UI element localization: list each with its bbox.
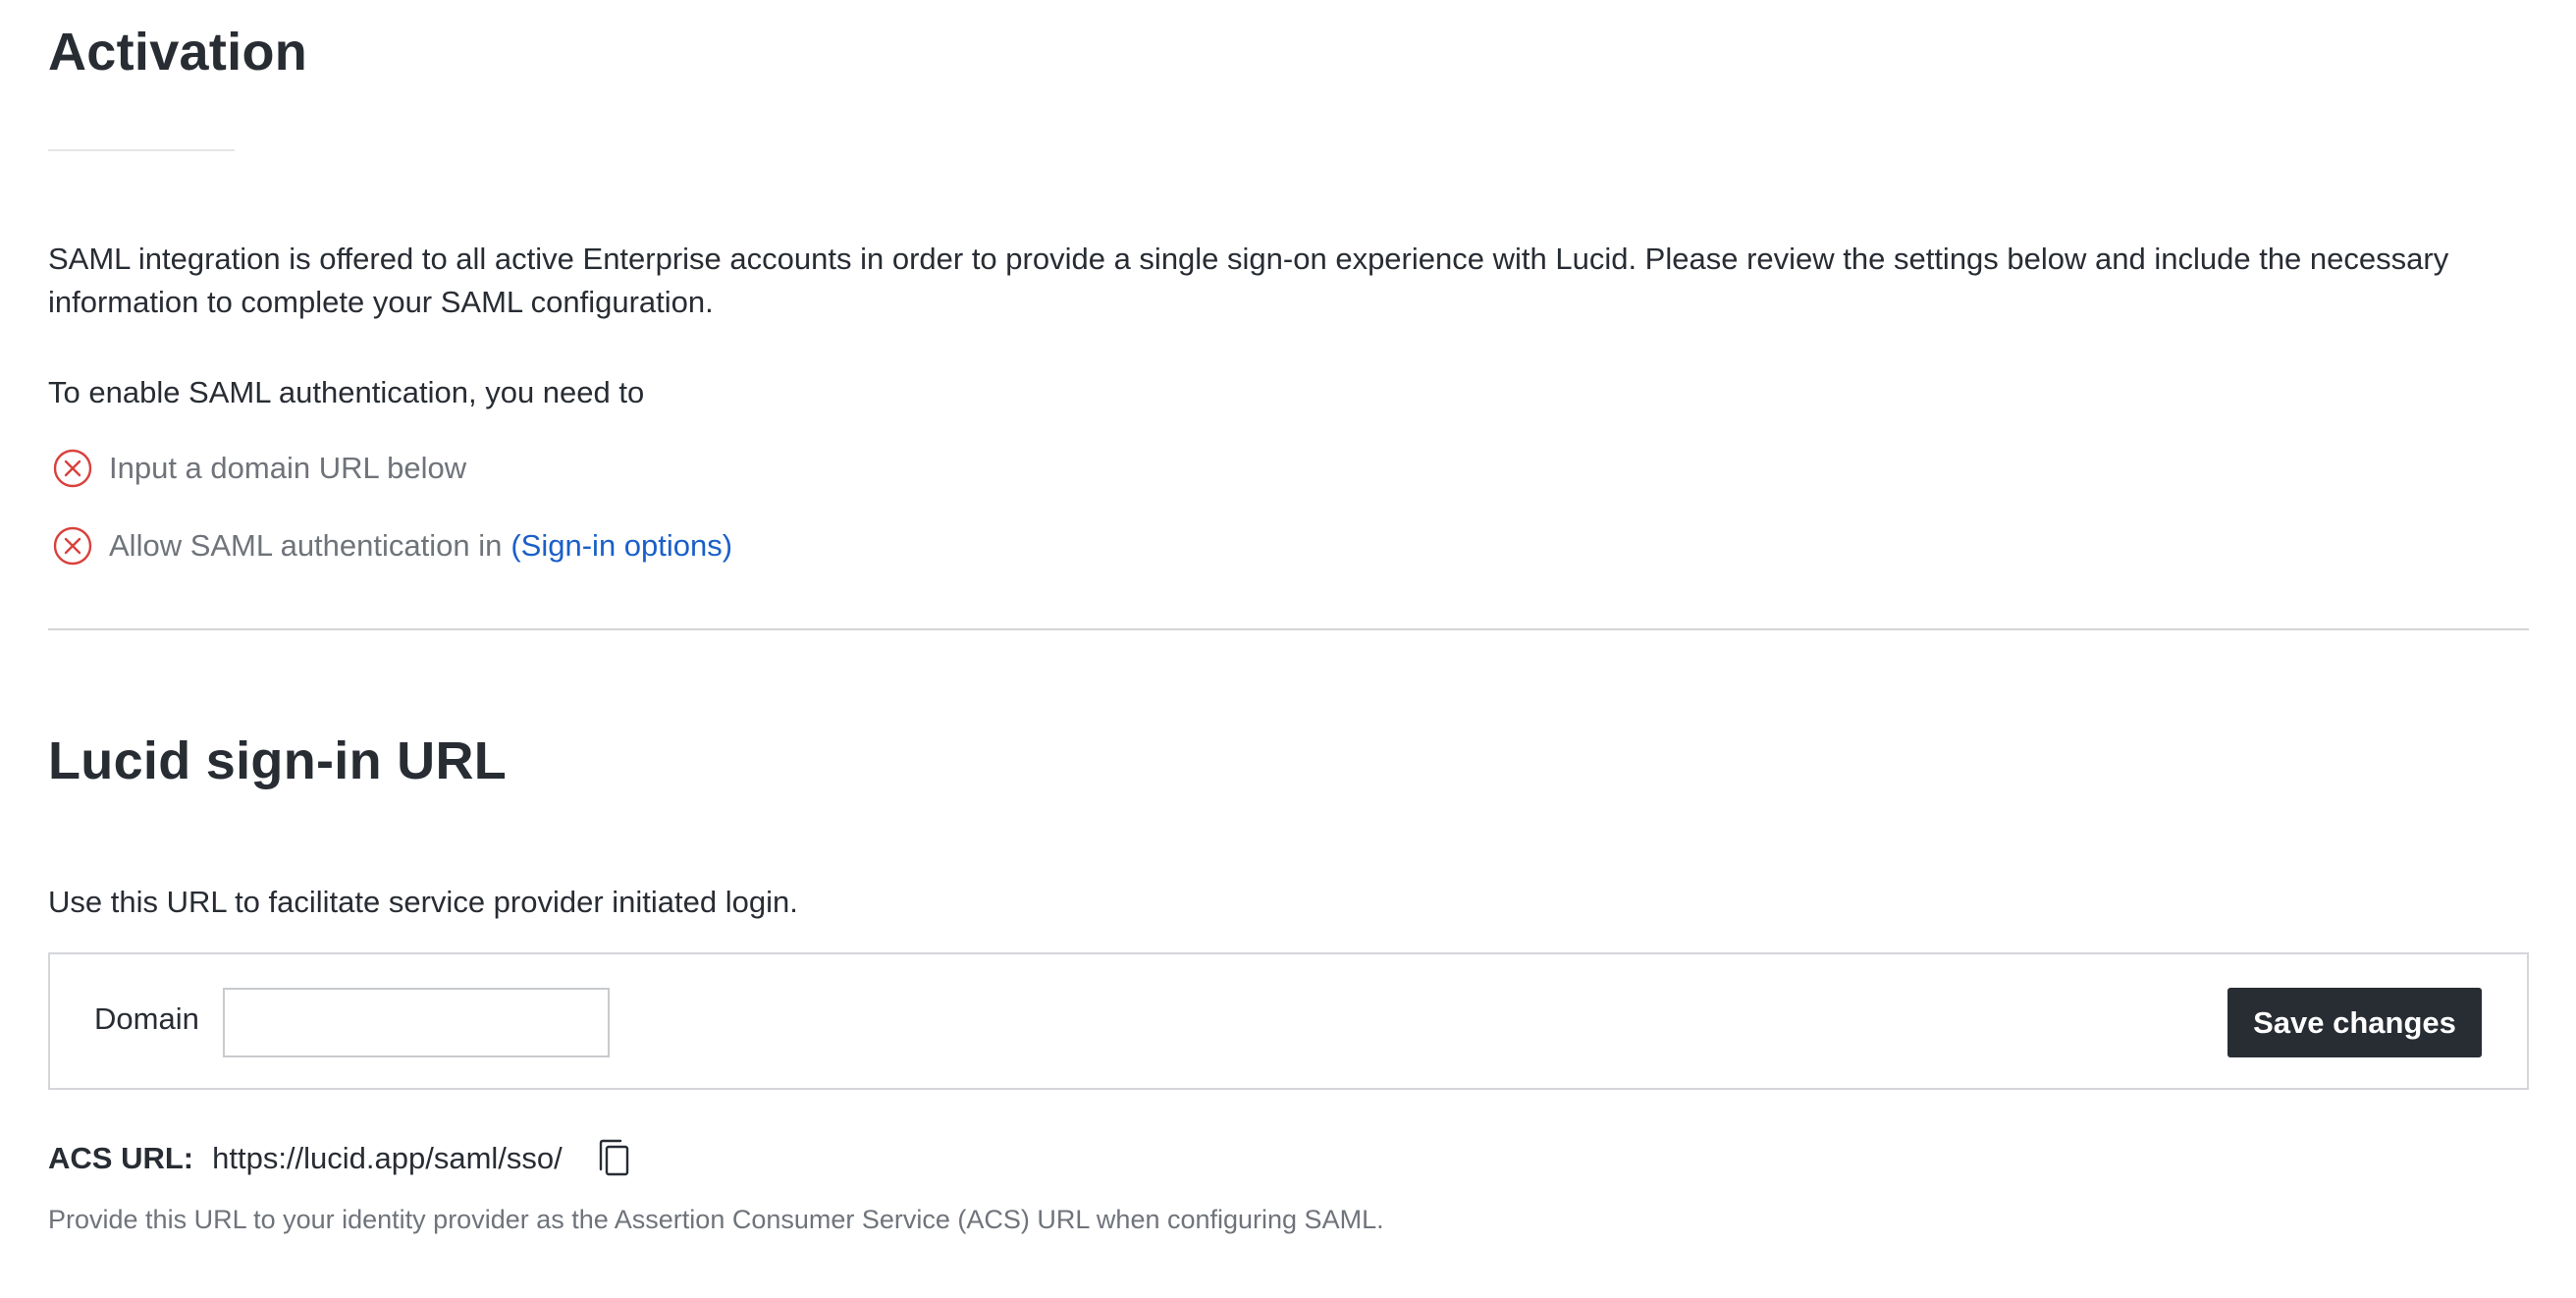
requirement-text: Input a domain URL below [109,451,467,485]
section-divider [48,628,2529,630]
activation-title: Activation [48,23,308,81]
saml-intro-text: SAML integration is offered to all activ… [48,242,2449,319]
error-circle-x-icon [53,449,92,488]
domain-input[interactable] [223,988,610,1057]
requirement-text: Allow SAML authentication in [109,528,503,563]
signin-url-title: Lucid sign-in URL [48,731,508,790]
acs-url-value: https://lucid.app/saml/sso/ [212,1141,563,1175]
copy-icon[interactable] [592,1137,635,1180]
title-underline [48,149,235,151]
requirement-allow-saml: Allow SAML authentication in (Sign-in op… [52,525,732,567]
requirements-heading: To enable SAML authentication, you need … [48,375,645,409]
domain-form: Domain Save changes [48,952,2529,1090]
signin-url-description: Use this URL to facilitate service provi… [48,885,798,919]
acs-url-row: ACS URL: https://lucid.app/saml/sso/ [48,1137,635,1180]
sign-in-options-link[interactable]: (Sign-in options) [510,528,732,564]
error-circle-x-icon [53,526,92,566]
acs-url-help-text: Provide this URL to your identity provid… [48,1205,1384,1234]
acs-url-label: ACS URL: [48,1141,194,1175]
domain-label: Domain [94,1001,199,1036]
save-changes-button[interactable]: Save changes [2227,988,2482,1057]
requirement-domain-url: Input a domain URL below [52,448,466,489]
